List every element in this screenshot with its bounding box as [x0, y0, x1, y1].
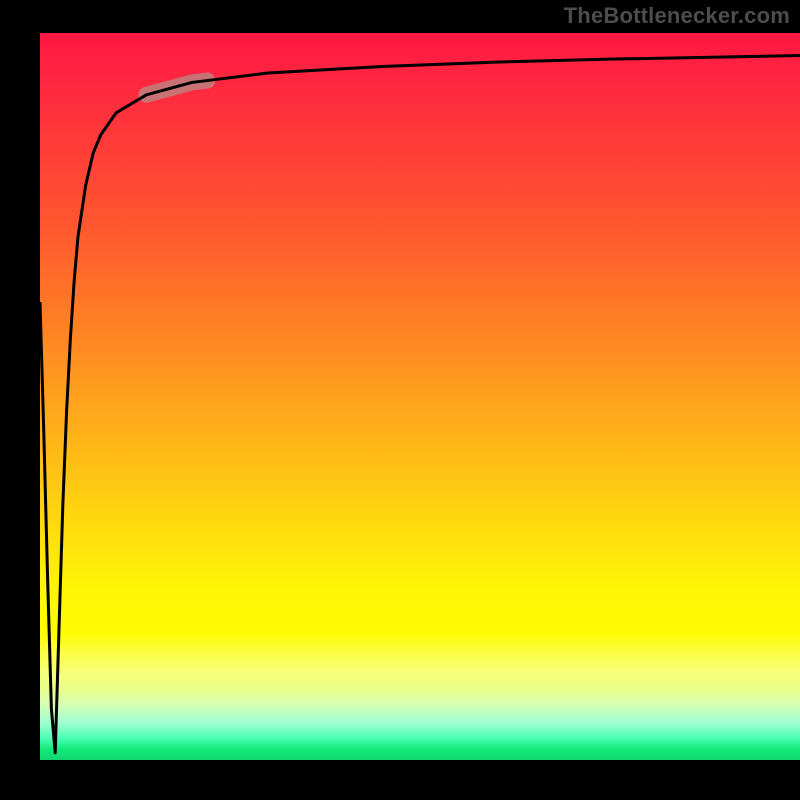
chart-container: TheBottlenecker.com — [0, 0, 800, 800]
curve-svg — [40, 33, 800, 760]
bottleneck-curve-line — [40, 56, 800, 753]
plot-area — [40, 33, 800, 760]
watermark-text: TheBottlenecker.com — [564, 3, 790, 29]
